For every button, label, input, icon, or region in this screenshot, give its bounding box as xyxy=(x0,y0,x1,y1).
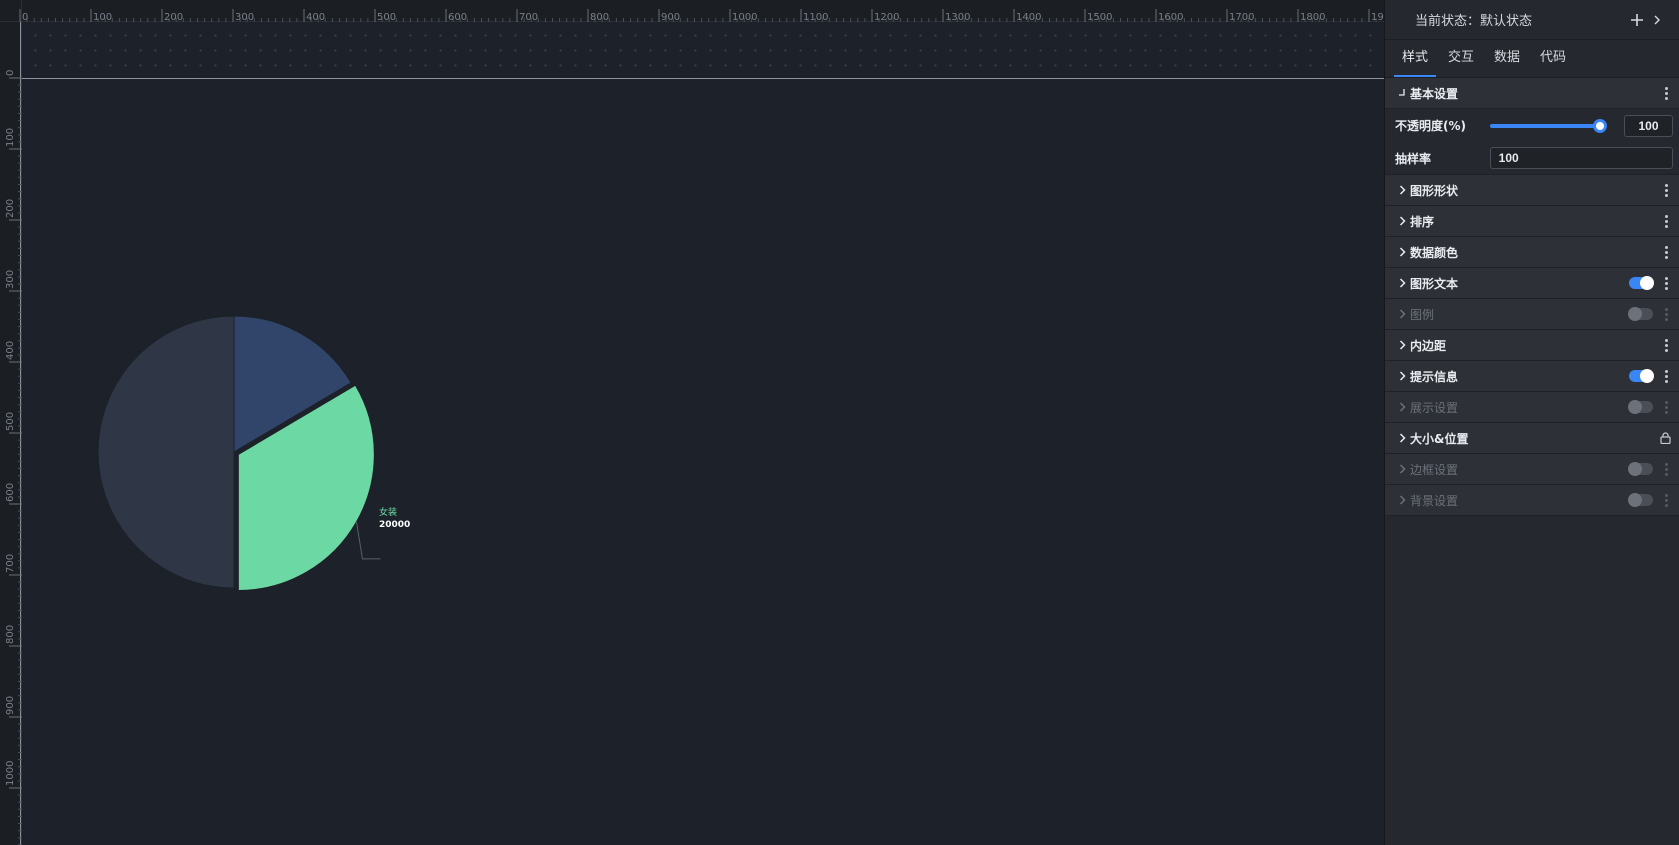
more-vertical-icon[interactable] xyxy=(1661,182,1671,198)
collapse-corner-icon xyxy=(1397,88,1407,98)
section-label: 提示信息 xyxy=(1410,369,1459,384)
chevron-right-icon[interactable] xyxy=(1647,10,1667,30)
toggle-knob xyxy=(1640,276,1654,290)
current-state-label: 当前状态： xyxy=(1415,14,1481,29)
more-vertical-icon[interactable] xyxy=(1661,275,1671,291)
panel-tabs: 样式 交互 数据 代码 xyxy=(1385,40,1679,78)
slider-handle[interactable] xyxy=(1593,118,1607,133)
design-canvas[interactable]: 0 100 200 300 400 500 600 700 800 900 1000 1100 1200… xyxy=(0,0,1384,845)
section-header[interactable]: 展示设置 xyxy=(1385,392,1679,423)
section-basic-settings[interactable]: 基本设置 xyxy=(1385,78,1679,109)
opacity-input[interactable] xyxy=(1624,114,1673,137)
section-label: 边框设置 xyxy=(1410,462,1459,477)
section-header[interactable]: 边框设置 xyxy=(1385,454,1679,485)
chevron-right-icon xyxy=(1397,247,1407,257)
more-vertical-icon[interactable] xyxy=(1661,213,1671,229)
lock-icon[interactable] xyxy=(1659,431,1671,445)
chevron-right-icon xyxy=(1397,309,1407,319)
chevron-right-icon xyxy=(1397,495,1407,505)
opacity-row: 不透明度(%) xyxy=(1385,109,1679,142)
more-vertical-icon[interactable] xyxy=(1661,85,1671,101)
chevron-right-icon xyxy=(1397,402,1407,412)
section-label: 内边距 xyxy=(1410,338,1447,353)
toggle-knob xyxy=(1628,307,1642,321)
pie-slice[interactable] xyxy=(97,315,235,589)
more-vertical-icon[interactable] xyxy=(1661,306,1671,322)
section-label: 图形形状 xyxy=(1410,183,1459,198)
section-header[interactable]: 提示信息 xyxy=(1385,361,1679,392)
toggle-knob xyxy=(1640,369,1654,383)
sampling-label: 抽样率 xyxy=(1395,151,1432,166)
section-label: 基本设置 xyxy=(1410,86,1459,101)
section-label: 展示设置 xyxy=(1410,400,1459,415)
tab-data[interactable]: 数据 xyxy=(1486,46,1528,77)
tab-code[interactable]: 代码 xyxy=(1532,46,1574,77)
section-toggle[interactable] xyxy=(1629,276,1654,290)
chevron-right-icon xyxy=(1397,185,1407,195)
section-label: 图例 xyxy=(1410,307,1435,322)
chevron-right-icon xyxy=(1397,371,1407,381)
toggle-knob xyxy=(1628,400,1642,414)
pie-data-label-name: 女装 xyxy=(379,506,397,518)
section-toggle[interactable] xyxy=(1628,462,1653,476)
panel-header: 当前状态： 默认状态 xyxy=(1385,0,1679,40)
section-list: 图形形状排序数据颜色图形文本图例内边距提示信息展示设置大小&位置边框设置背景设置 xyxy=(1385,175,1679,516)
app-root: 0 100 200 300 400 500 600 700 800 900 1000 1100 1200… xyxy=(0,0,1679,845)
chevron-right-icon xyxy=(1397,433,1407,443)
section-label: 图形文本 xyxy=(1410,276,1459,291)
section-header[interactable]: 图例 xyxy=(1385,299,1679,330)
pie-data-label-value: 20000 xyxy=(379,520,410,530)
tab-style[interactable]: 样式 xyxy=(1394,46,1437,77)
more-vertical-icon[interactable] xyxy=(1661,399,1671,415)
pie-label-leader xyxy=(355,521,381,560)
more-vertical-icon[interactable] xyxy=(1661,368,1671,384)
section-toggle[interactable] xyxy=(1629,369,1654,383)
section-label: 排序 xyxy=(1410,214,1435,229)
tab-interaction[interactable]: 交互 xyxy=(1440,46,1482,77)
section-header[interactable]: 大小&位置 xyxy=(1385,423,1679,454)
more-vertical-icon[interactable] xyxy=(1661,461,1671,477)
section-header[interactable]: 排序 xyxy=(1385,206,1679,237)
section-header[interactable]: 图形形状 xyxy=(1385,175,1679,206)
section-toggle[interactable] xyxy=(1628,493,1653,507)
more-vertical-icon[interactable] xyxy=(1661,337,1671,353)
property-panel: 当前状态： 默认状态 样式 交互 数据 代码 基本设置 不透明度(%) 100 … xyxy=(1384,0,1679,845)
more-vertical-icon[interactable] xyxy=(1661,244,1671,260)
section-header[interactable]: 数据颜色 xyxy=(1385,237,1679,268)
section-header[interactable]: 内边距 xyxy=(1385,330,1679,361)
sampling-row: 抽样率 xyxy=(1385,142,1679,175)
current-state-value[interactable]: 默认状态 xyxy=(1480,10,1532,29)
section-label: 数据颜色 xyxy=(1410,245,1459,260)
pie-chart[interactable]: 女装 20000 xyxy=(0,0,1384,845)
section-header[interactable]: 背景设置 xyxy=(1385,485,1679,516)
chevron-right-icon xyxy=(1397,340,1407,350)
section-toggle[interactable] xyxy=(1628,400,1653,414)
opacity-slider[interactable] xyxy=(1489,117,1607,135)
chevron-right-icon xyxy=(1397,464,1407,474)
section-label: 大小&位置 xyxy=(1410,431,1469,446)
section-header[interactable]: 图形文本 xyxy=(1385,268,1679,299)
slider-track xyxy=(1489,123,1600,128)
toggle-knob xyxy=(1628,493,1642,507)
opacity-label: 不透明度(%) xyxy=(1395,119,1466,133)
plus-icon[interactable] xyxy=(1627,10,1647,30)
more-vertical-icon[interactable] xyxy=(1661,492,1671,508)
toggle-knob xyxy=(1628,462,1642,476)
sampling-input[interactable] xyxy=(1489,147,1673,169)
chevron-right-icon xyxy=(1397,216,1407,226)
section-toggle[interactable] xyxy=(1628,307,1653,321)
section-label: 背景设置 xyxy=(1410,493,1459,508)
chevron-right-icon xyxy=(1397,278,1407,288)
